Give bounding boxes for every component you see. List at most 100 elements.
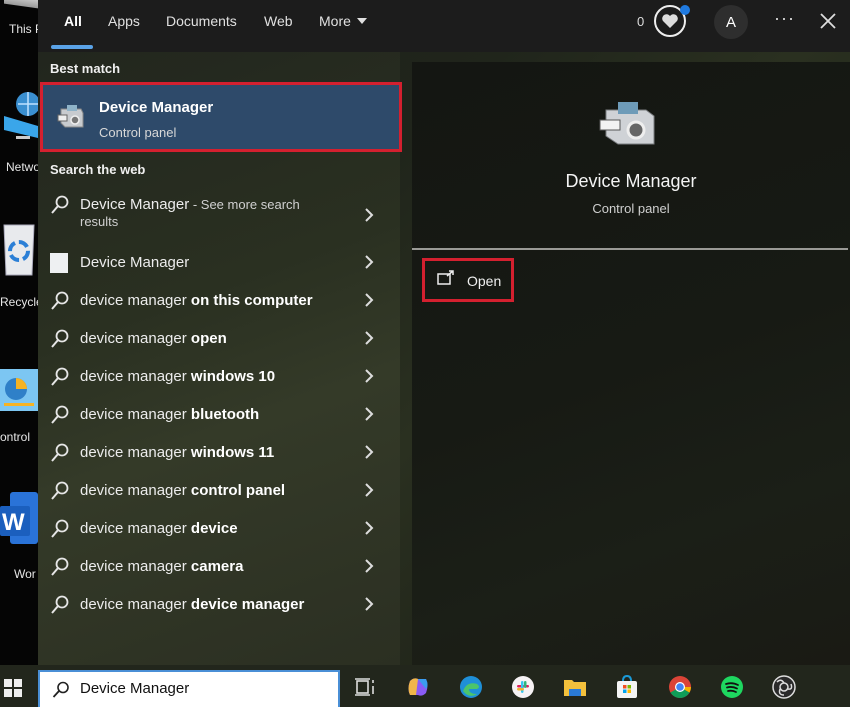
start-button[interactable] (4, 679, 22, 697)
web-suggestion-item[interactable]: device manager device manager (38, 586, 400, 624)
result-suffix: - See more search (189, 197, 300, 212)
suggestion-bold: on this computer (190, 292, 313, 309)
rewards-points: 0 (637, 14, 645, 29)
taskbar (0, 665, 850, 707)
desktop-item-word[interactable]: W Wor (0, 490, 38, 581)
search-icon (50, 329, 70, 349)
tab-documents[interactable]: Documents (166, 13, 237, 29)
heart-icon (662, 14, 678, 28)
suggestion-prefix: device manager (80, 292, 191, 309)
web-suggestion-item[interactable]: device manager on this computer (38, 282, 400, 320)
notification-dot (680, 5, 690, 15)
obs-studio-icon[interactable] (772, 675, 796, 699)
suggestion-bold: device manager (190, 596, 305, 613)
chevron-right-icon (364, 292, 374, 308)
web-result-site[interactable]: Device Manager (38, 244, 400, 282)
open-external-icon (437, 270, 455, 286)
desktop-item-control-panel[interactable]: ontrol (0, 365, 38, 445)
chevron-right-icon (364, 444, 374, 460)
search-web-header: Search the web (50, 162, 146, 177)
desktop-strip: This P Netwo Recycle ontrol W Wor (0, 0, 38, 665)
network-icon (4, 86, 38, 146)
file-explorer-icon[interactable] (563, 675, 587, 699)
search-icon (50, 291, 70, 311)
web-suggestion-item[interactable]: device manager windows 10 (38, 358, 400, 396)
word-icon: W (0, 490, 38, 550)
suggestion-bold: windows 11 (190, 444, 275, 461)
chevron-right-icon (364, 596, 374, 612)
desktop-item-recycle-bin[interactable]: Recycle (0, 215, 38, 309)
account-avatar[interactable]: A (714, 5, 748, 39)
search-icon (52, 681, 70, 699)
microsoft-store-icon[interactable] (615, 674, 639, 699)
desktop-item-network[interactable]: Netwo (0, 80, 38, 174)
slack-icon[interactable] (511, 675, 535, 699)
task-view-icon[interactable] (354, 675, 378, 699)
suggestion-bold: camera (190, 558, 244, 575)
web-result-see-more[interactable]: Device Manager - See more search results (38, 186, 400, 236)
web-suggestion-item[interactable]: device manager control panel (38, 472, 400, 510)
search-icon (50, 405, 70, 425)
taskbar-search-box[interactable] (38, 670, 340, 707)
suggestion-bold: device (190, 520, 238, 537)
detail-subtitle: Control panel (592, 201, 670, 216)
search-flyout: All Apps Documents Web More 0 A ··· Best… (38, 0, 850, 665)
suggestion-bold: windows 10 (190, 368, 276, 385)
chevron-right-icon (364, 368, 374, 384)
spotify-icon[interactable] (720, 675, 744, 699)
web-suggestion-item[interactable]: device manager open (38, 320, 400, 358)
best-match-header: Best match (50, 61, 121, 76)
search-icon (50, 595, 70, 615)
suggestion-prefix: device manager (80, 368, 191, 385)
search-icon (50, 195, 70, 215)
tab-more-label: More (319, 13, 351, 29)
best-match-result[interactable]: Device Manager Control panel (40, 82, 402, 152)
tab-apps[interactable]: Apps (108, 13, 140, 29)
preview-column (412, 62, 850, 665)
search-icon (50, 519, 70, 539)
tab-all[interactable]: All (64, 13, 82, 29)
detail-divider (412, 248, 848, 250)
result-label: Device Manager (80, 254, 190, 271)
web-suggestion-item[interactable]: device manager bluetooth (38, 396, 400, 434)
device-manager-icon (55, 101, 87, 133)
search-input[interactable] (80, 680, 330, 697)
edge-icon[interactable] (459, 675, 483, 699)
tab-more[interactable]: More (319, 13, 367, 29)
suggestion-prefix: device manager (80, 596, 191, 613)
close-icon (820, 13, 836, 29)
web-suggestion-item[interactable]: device manager camera (38, 548, 400, 586)
result-prefix: Device Manager (80, 196, 190, 213)
suggestion-bold: open (190, 330, 227, 347)
chevron-right-icon (364, 254, 374, 270)
this-pc-icon (4, 0, 38, 9)
chevron-right-icon (364, 207, 374, 223)
suggestion-bold: control panel (190, 482, 286, 499)
tab-web[interactable]: Web (264, 13, 293, 29)
recycle-bin-icon (2, 221, 36, 277)
suggestion-prefix: device manager (80, 406, 191, 423)
desktop-item-this-pc[interactable]: This P (0, 0, 38, 80)
web-suggestion-item[interactable]: device manager windows 11 (38, 434, 400, 472)
suggestion-prefix: device manager (80, 520, 191, 537)
chevron-right-icon (364, 330, 374, 346)
search-icon (50, 557, 70, 577)
suggestion-prefix: device manager (80, 482, 191, 499)
search-icon (50, 367, 70, 387)
caret-down-icon (356, 18, 367, 24)
active-tab-indicator (51, 45, 93, 49)
suggestion-prefix: device manager (80, 444, 191, 461)
close-button[interactable] (818, 10, 838, 32)
search-icon (50, 443, 70, 463)
chevron-right-icon (364, 520, 374, 536)
search-nav-bar: All Apps Documents Web More 0 A ··· (38, 0, 850, 52)
more-options-button[interactable]: ··· (774, 8, 795, 29)
open-button[interactable]: Open (422, 258, 514, 302)
control-panel-icon (0, 369, 38, 411)
chevron-right-icon (364, 558, 374, 574)
web-suggestion-item[interactable]: device manager device (38, 510, 400, 548)
svg-text:W: W (2, 509, 25, 536)
device-manager-large-icon (598, 98, 660, 148)
chrome-icon[interactable] (668, 675, 692, 699)
copilot-icon[interactable] (406, 675, 430, 699)
